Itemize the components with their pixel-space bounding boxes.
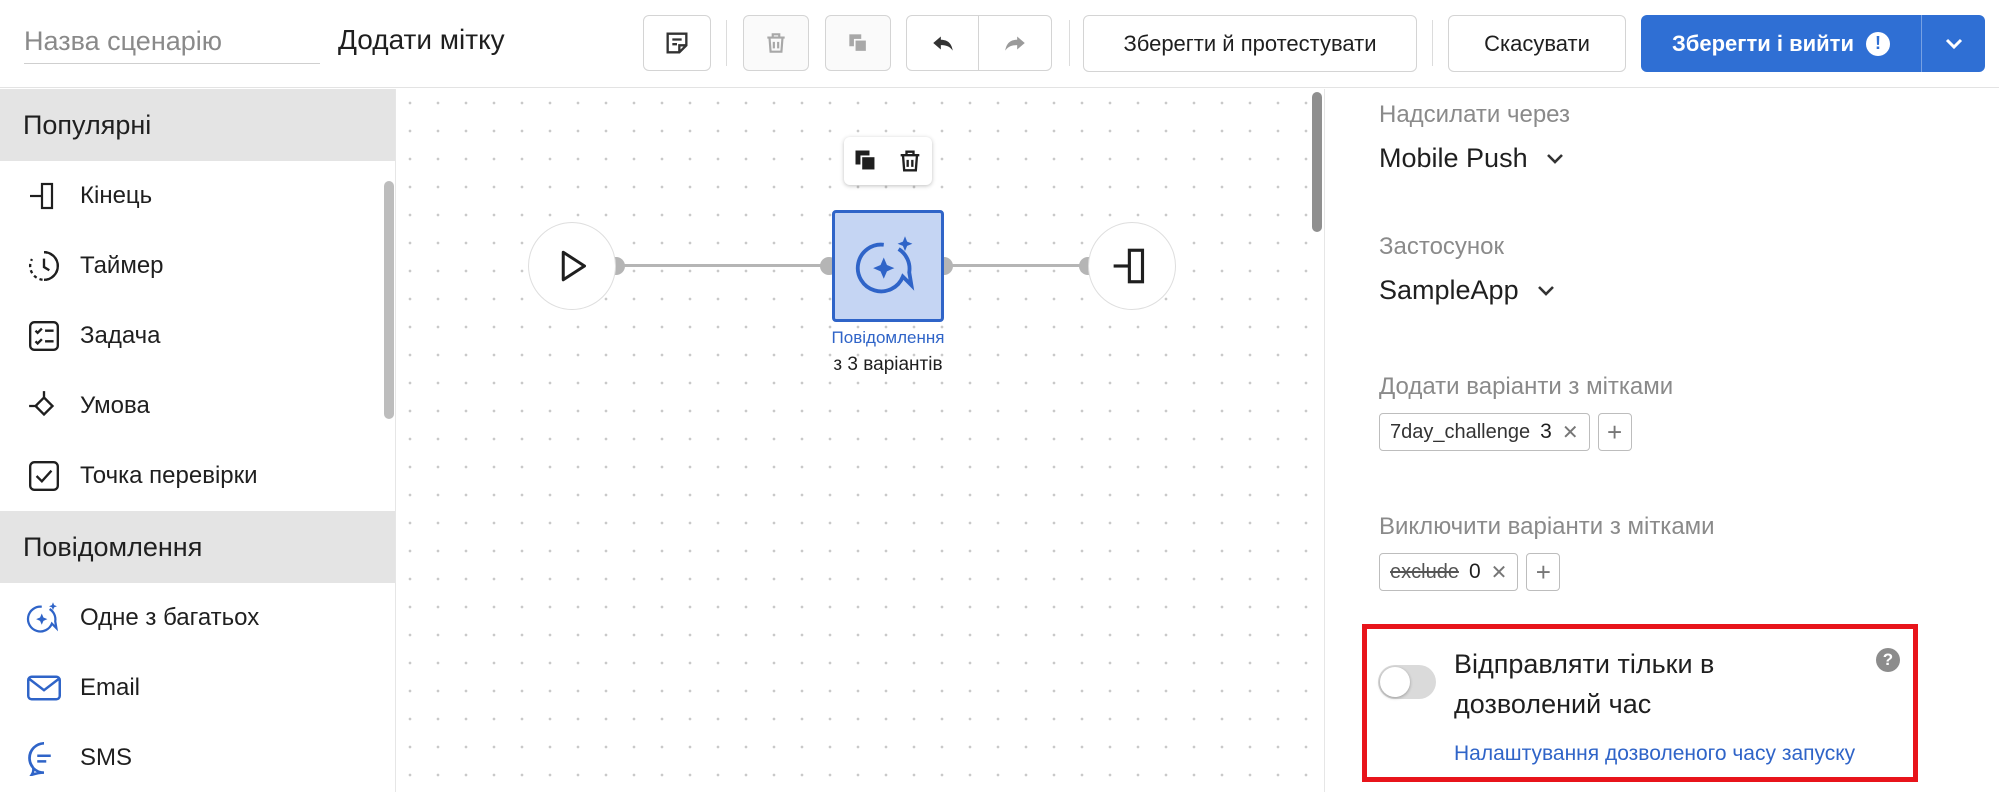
app-label: Застосунок (1379, 233, 1505, 260)
task-icon (24, 316, 64, 356)
undo-redo-group (906, 15, 1052, 71)
add-include-tag-button[interactable]: + (1597, 413, 1632, 451)
end-icon (1113, 248, 1145, 284)
condition-icon (24, 386, 64, 426)
node-palette: Популярні Кінець Таймер Задача Умова Точ… (0, 89, 396, 792)
include-tags-label: Додати варіанти з мітками (1379, 373, 1674, 400)
include-tags-row: 7day_challenge 3 ✕ + (1379, 413, 1632, 451)
top-toolbar: Додати мітку Зберегти й протестувати Ска… (0, 0, 1999, 88)
canvas-scrollbar[interactable] (1312, 92, 1322, 232)
end-node[interactable] (1088, 222, 1176, 310)
palette-item-one-of-many[interactable]: Одне з багатьох (0, 583, 395, 653)
tag-chip[interactable]: 7day_challenge 3 ✕ (1379, 413, 1590, 451)
exclude-tags-label: Виключити варіанти з мітками (1379, 513, 1715, 540)
palette-item-label: Кінець (80, 182, 153, 209)
save-and-exit-label: Зберегти і вийти (1672, 30, 1854, 56)
palette-item-condition[interactable]: Умова (0, 371, 395, 441)
duplicate-node-button[interactable] (852, 147, 880, 175)
redo-icon (1005, 36, 1025, 51)
copy-icon (849, 34, 868, 53)
exclude-tags-row: exclude 0 ✕ + (1379, 553, 1561, 591)
timer-icon (24, 246, 64, 286)
help-icon[interactable]: ? (1876, 648, 1900, 672)
palette-item-label: Задача (80, 322, 161, 349)
toggle-knob (1380, 667, 1410, 697)
play-icon (561, 250, 586, 282)
toolbar-divider (1069, 20, 1070, 66)
chevron-down-icon (1945, 38, 1962, 49)
add-exclude-tag-button[interactable]: + (1526, 553, 1561, 591)
toolbar-divider (726, 20, 727, 66)
delete-node-button[interactable] (896, 147, 924, 175)
remove-tag-icon[interactable]: ✕ (1562, 420, 1579, 445)
allowed-time-toggle[interactable] (1378, 665, 1436, 699)
section-popular: Популярні (0, 89, 395, 161)
notes-button[interactable] (643, 15, 711, 71)
scenario-name-input[interactable] (24, 20, 320, 64)
cancel-button[interactable]: Скасувати (1448, 15, 1626, 72)
palette-item-label: Умова (80, 392, 150, 419)
redo-button[interactable] (979, 16, 1051, 70)
palette-item-task[interactable]: Задача (0, 301, 395, 371)
sparkle-chat-icon (855, 236, 915, 294)
toolbar-divider (1432, 20, 1433, 66)
undo-icon (932, 36, 953, 51)
node-subtitle: з 3 варіантів (833, 354, 943, 375)
end-icon (24, 176, 64, 216)
page-title: Додати мітку (338, 24, 505, 55)
palette-item-label: Одне з багатьох (80, 604, 260, 631)
save-and-test-button[interactable]: Зберегти й протестувати (1083, 15, 1417, 72)
tag-count: 0 (1468, 560, 1481, 583)
allowed-time-label: Відправляти тільки в дозволений час (1454, 649, 1715, 719)
palette-item-timer[interactable]: Таймер (0, 231, 395, 301)
node-toolbar (844, 137, 932, 185)
sparkle-chat-icon (24, 598, 64, 638)
allowed-time-settings-link[interactable]: Налаштування дозволеного часу запуску (1454, 742, 1855, 766)
remove-tag-icon[interactable]: ✕ (1491, 560, 1508, 585)
tag-name: 7day_challenge (1390, 420, 1531, 443)
checkpoint-icon (24, 456, 64, 496)
chevron-down-icon (1537, 285, 1554, 296)
send-via-label: Надсилати через (1379, 101, 1571, 128)
trash-icon (900, 150, 920, 172)
flow-canvas[interactable] (396, 89, 1324, 792)
app-select[interactable]: SampleApp (1379, 275, 1555, 306)
app-value: SampleApp (1379, 275, 1519, 305)
palette-scrollbar[interactable] (384, 181, 394, 419)
undo-button[interactable] (907, 16, 979, 70)
start-node[interactable] (528, 222, 616, 310)
palette-item-label: SMS (80, 744, 133, 771)
duplicate-button[interactable] (825, 15, 891, 71)
save-options-dropdown[interactable] (1922, 15, 1985, 72)
section-messages: Повідомлення (0, 511, 395, 583)
sms-icon (24, 738, 64, 778)
palette-item-label: Email (80, 674, 141, 701)
chevron-down-icon (1546, 153, 1563, 164)
connector-line (616, 264, 832, 267)
palette-item-label: Таймер (80, 252, 164, 279)
send-via-select[interactable]: Mobile Push (1379, 143, 1564, 174)
send-via-value: Mobile Push (1379, 143, 1528, 173)
tag-chip[interactable]: exclude 0 ✕ (1379, 553, 1519, 591)
save-and-exit-button[interactable]: Зберегти і вийти ! (1641, 15, 1985, 72)
delete-button[interactable] (743, 15, 809, 71)
palette-item-email[interactable]: Email (0, 653, 395, 723)
trash-icon (767, 33, 785, 53)
email-icon (24, 668, 64, 708)
copy-icon (855, 150, 877, 172)
tag-count: 3 (1540, 420, 1552, 443)
connector-line (944, 264, 1088, 267)
node-label: Повідомлення (831, 328, 945, 347)
palette-item-checkpoint[interactable]: Точка перевірки (0, 441, 395, 511)
tag-name: exclude (1390, 560, 1459, 583)
palette-item-sms[interactable]: SMS (0, 723, 395, 792)
palette-item-label: Точка перевірки (80, 462, 258, 489)
alert-icon: ! (1865, 31, 1890, 56)
palette-item-end[interactable]: Кінець (0, 161, 395, 231)
note-icon (666, 32, 688, 54)
message-node[interactable] (832, 210, 944, 322)
